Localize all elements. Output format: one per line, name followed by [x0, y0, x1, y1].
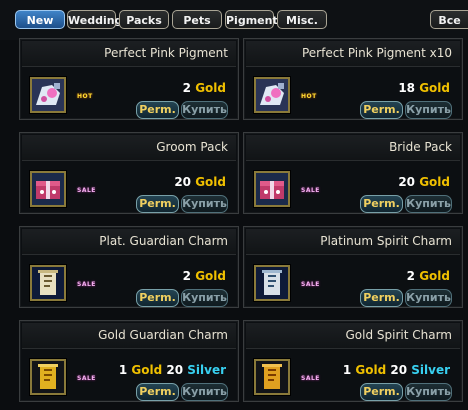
- tab-new[interactable]: New: [15, 10, 65, 29]
- shop-item-card: Gold Spirit Charm SALE 1 Gold 20 Silver …: [243, 320, 463, 402]
- shop-item-card: Groom Pack SALE 20 Gold Perm. Купить: [19, 132, 239, 214]
- item-price: 20 Gold: [398, 175, 450, 189]
- item-name: Groom Pack: [156, 140, 228, 154]
- shop-item-card: Perfect Pink Pigment x10 HOT 18 Gold Per…: [243, 38, 463, 120]
- buy-button[interactable]: Купить: [405, 101, 452, 119]
- shop-item-card: Plat. Guardian Charm SALE 2 Gold Perm. К…: [19, 226, 239, 308]
- gift-box-icon[interactable]: [30, 171, 66, 207]
- shop-item-card: Perfect Pink Pigment HOT 2 Gold Perm. Ку…: [19, 38, 239, 120]
- tab-all[interactable]: Все: [430, 10, 468, 29]
- buy-button[interactable]: Купить: [181, 195, 228, 213]
- item-price: 1 Gold 20 Silver: [118, 363, 226, 377]
- tab-packs[interactable]: Packs: [119, 10, 169, 29]
- shop-item-card: Bride Pack SALE 20 Gold Perm. Купить: [243, 132, 463, 214]
- item-name: Gold Guardian Charm: [98, 328, 228, 342]
- shop-item-card: Platinum Spirit Charm SALE 2 Gold Perm. …: [243, 226, 463, 308]
- shop-item-card: Gold Guardian Charm SALE 1 Gold 20 Silve…: [19, 320, 239, 402]
- tab-pigment[interactable]: Pigment: [225, 10, 278, 29]
- scroll-charm-icon[interactable]: [254, 265, 290, 301]
- tab-wedding[interactable]: Wedding: [67, 10, 122, 29]
- sale-badge: SALE: [301, 187, 320, 194]
- hot-badge: HOT: [77, 93, 93, 100]
- item-name: Platinum Spirit Charm: [320, 234, 452, 248]
- item-name: Plat. Guardian Charm: [99, 234, 228, 248]
- gold-charm-icon[interactable]: [30, 359, 66, 395]
- category-tabs: New Wedding Packs Pets Pigment Misc. Все: [0, 0, 468, 40]
- sale-badge: SALE: [77, 375, 96, 382]
- perm-button[interactable]: Perm.: [360, 195, 403, 213]
- tab-pets[interactable]: Pets: [172, 10, 222, 29]
- item-price: 20 Gold: [174, 175, 226, 189]
- item-price: 1 Gold 20 Silver: [342, 363, 450, 377]
- item-price: 2 Gold: [182, 269, 226, 283]
- pink-pigment-icon[interactable]: [30, 77, 66, 113]
- buy-button[interactable]: Купить: [405, 383, 452, 401]
- buy-button[interactable]: Купить: [405, 289, 452, 307]
- perm-button[interactable]: Perm.: [136, 101, 179, 119]
- buy-button[interactable]: Купить: [181, 101, 228, 119]
- pink-pigment-icon[interactable]: [254, 77, 290, 113]
- item-name: Bride Pack: [389, 140, 452, 154]
- perm-button[interactable]: Perm.: [360, 383, 403, 401]
- gift-box-icon[interactable]: [254, 171, 290, 207]
- perm-button[interactable]: Perm.: [360, 101, 403, 119]
- sale-badge: SALE: [77, 187, 96, 194]
- scroll-charm-icon[interactable]: [30, 265, 66, 301]
- buy-button[interactable]: Купить: [181, 289, 228, 307]
- perm-button[interactable]: Perm.: [136, 289, 179, 307]
- sale-badge: SALE: [77, 281, 96, 288]
- item-price: 18 Gold: [398, 81, 450, 95]
- buy-button[interactable]: Купить: [181, 383, 228, 401]
- buy-button[interactable]: Купить: [405, 195, 452, 213]
- perm-button[interactable]: Perm.: [136, 383, 179, 401]
- perm-button[interactable]: Perm.: [136, 195, 179, 213]
- perm-button[interactable]: Perm.: [360, 289, 403, 307]
- gold-charm-icon[interactable]: [254, 359, 290, 395]
- item-name: Perfect Pink Pigment: [104, 46, 228, 60]
- hot-badge: HOT: [301, 93, 317, 100]
- item-price: 2 Gold: [406, 269, 450, 283]
- item-name: Gold Spirit Charm: [345, 328, 452, 342]
- item-name: Perfect Pink Pigment x10: [301, 46, 452, 60]
- item-price: 2 Gold: [182, 81, 226, 95]
- tab-misc[interactable]: Misc.: [277, 10, 327, 29]
- sale-badge: SALE: [301, 375, 320, 382]
- sale-badge: SALE: [301, 281, 320, 288]
